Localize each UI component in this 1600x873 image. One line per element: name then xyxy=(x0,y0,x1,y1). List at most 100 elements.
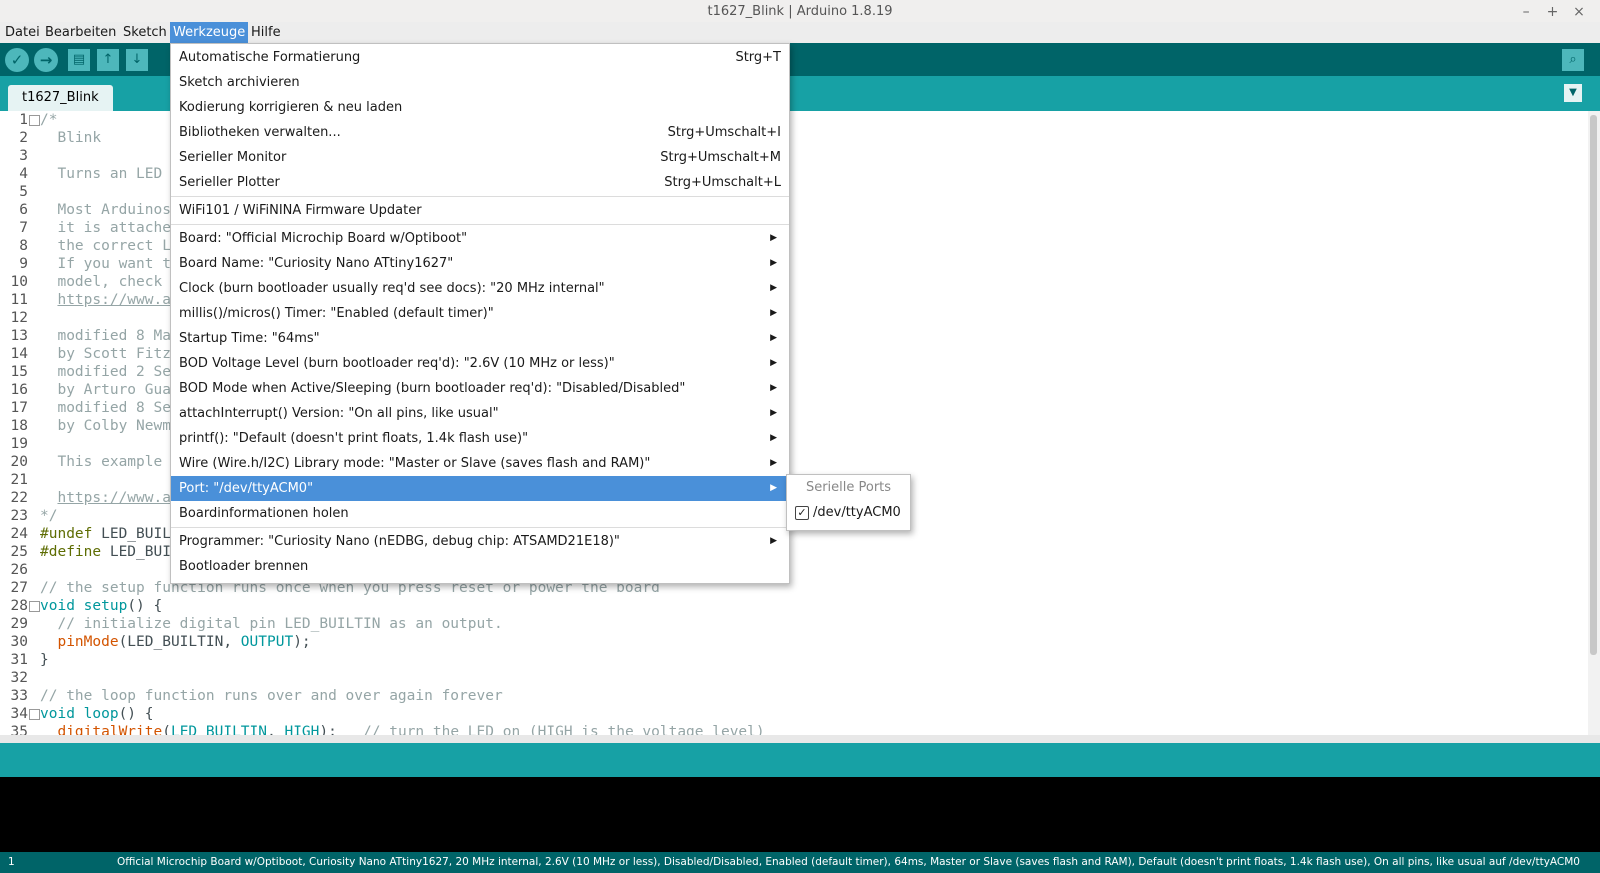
status-bar: 1 Official Microchip Board w/Optiboot, C… xyxy=(0,852,1600,873)
code-token: model, check xyxy=(40,274,171,290)
menu-item[interactable]: Startup Time: "64ms" ▶ xyxy=(171,326,789,351)
menu-item[interactable]: printf(): "Default (doesn't print floats… xyxy=(171,426,789,451)
minimize-button[interactable]: – xyxy=(1515,0,1537,24)
menu-item[interactable]: Clock (burn bootloader usually req'd see… xyxy=(171,276,789,301)
code-token: digitalWrite xyxy=(57,724,163,735)
code-token[interactable]: https://www.a xyxy=(57,292,171,308)
tab-sketch[interactable]: t1627_Blink xyxy=(8,85,113,111)
fold-toggle-icon[interactable] xyxy=(29,115,40,126)
menu-item[interactable]: BOD Voltage Level (burn bootloader req'd… xyxy=(171,351,789,376)
menu-item[interactable]: Bootloader brennen xyxy=(171,554,789,579)
upload-button[interactable]: → xyxy=(34,48,58,72)
window-title: t1627_Blink | Arduino 1.8.19 xyxy=(707,4,893,19)
menu-item[interactable]: BOD Mode when Active/Sleeping (burn boot… xyxy=(171,376,789,401)
code-line: modified 8 Se xyxy=(40,399,171,417)
maximize-button[interactable]: + xyxy=(1542,0,1564,24)
menu-item-label: Wire (Wire.h/I2C) Library mode: "Master … xyxy=(179,456,651,471)
menu-item[interactable]: Port: "/dev/ttyACM0" ▶ xyxy=(171,476,789,501)
menu-item[interactable]: Sketch archivieren xyxy=(171,70,789,95)
code-token: OUTPUT xyxy=(240,634,294,650)
code-token: the correct L xyxy=(40,238,171,254)
current-line-number: 1 xyxy=(8,856,15,868)
console-output xyxy=(0,777,1600,852)
code-line: it is attache xyxy=(40,219,171,237)
code-token: (LED_BUILTIN, xyxy=(118,634,241,650)
code-line: void loop() { xyxy=(40,705,154,723)
menu-hilfe[interactable]: Hilfe xyxy=(248,22,284,43)
code-token[interactable]: https://www.a xyxy=(57,490,171,506)
splitter[interactable] xyxy=(0,735,1600,743)
menu-item-label: Kodierung korrigieren & neu laden xyxy=(179,100,403,115)
code-token: modified 8 Ma xyxy=(40,328,171,344)
tab-menu-button[interactable]: ▼ xyxy=(1564,84,1582,102)
code-token: by Scott Fitz xyxy=(40,346,171,362)
open-button[interactable]: ↑ xyxy=(97,49,119,71)
menu-datei[interactable]: Datei xyxy=(2,22,43,43)
menu-bearbeiten[interactable]: Bearbeiten xyxy=(42,22,119,43)
menu-item-label: Bibliotheken verwalten... xyxy=(179,125,341,140)
menu-item[interactable]: Bibliotheken verwalten... Strg+Umschalt+I xyxy=(171,120,789,145)
menu-item-label: millis()/micros() Timer: "Enabled (defau… xyxy=(179,306,494,321)
line-number: 34 xyxy=(10,706,28,722)
menu-item-label: WiFi101 / WiFiNINA Firmware Updater xyxy=(179,203,422,218)
code-token: #define xyxy=(40,544,102,560)
code-token: ); xyxy=(293,634,311,650)
menu-item[interactable]: Automatische Formatierung Strg+T xyxy=(171,45,789,70)
line-number: 4 xyxy=(19,166,28,182)
line-number: 31 xyxy=(10,652,28,668)
menu-item-shortcut: Strg+Umschalt+L xyxy=(664,175,781,190)
line-number: 20 xyxy=(10,454,28,470)
line-number: 22 xyxy=(10,490,28,506)
menu-item[interactable]: Boardinformationen holen xyxy=(171,501,789,526)
code-line: */ xyxy=(40,507,57,525)
line-number: 1 xyxy=(19,112,28,128)
menu-item[interactable]: attachInterrupt() Version: "On all pins,… xyxy=(171,401,789,426)
serial-monitor-button[interactable]: ⌕ xyxy=(1562,49,1584,71)
scrollbar-thumb[interactable] xyxy=(1590,115,1597,655)
code-line: If you want t xyxy=(40,255,171,273)
submenu-arrow-icon: ▶ xyxy=(770,283,777,293)
menu-sketch[interactable]: Sketch xyxy=(120,22,170,43)
menu-item[interactable]: Board: "Official Microchip Board w/Optib… xyxy=(171,226,789,251)
code-token: This example xyxy=(40,454,163,470)
menu-item[interactable]: millis()/micros() Timer: "Enabled (defau… xyxy=(171,301,789,326)
code-token: // turn the LED on (HIGH is the voltage … xyxy=(363,724,765,735)
code-token: ); xyxy=(319,724,364,735)
line-number: 16 xyxy=(10,382,28,398)
menu-item[interactable]: Serieller Monitor Strg+Umschalt+M xyxy=(171,145,789,170)
line-number: 6 xyxy=(19,202,28,218)
code-line: /* xyxy=(40,111,57,129)
code-line: void setup() { xyxy=(40,597,162,615)
fold-toggle-icon[interactable] xyxy=(29,709,40,720)
new-sketch-button[interactable]: ▤ xyxy=(68,49,90,71)
message-area xyxy=(0,743,1600,777)
line-number: 26 xyxy=(10,562,28,578)
code-token: it is attache xyxy=(40,220,171,236)
code-line: Most Arduinos xyxy=(40,201,171,219)
port-option[interactable]: ✓ /dev/ttyACM0 xyxy=(795,502,901,524)
menu-werkzeuge[interactable]: Werkzeuge xyxy=(170,22,249,43)
menu-item[interactable]: Board Name: "Curiosity Nano ATtiny1627" ▶ xyxy=(171,251,789,276)
submenu-arrow-icon: ▶ xyxy=(770,258,777,268)
save-button[interactable]: ↓ xyxy=(126,49,148,71)
menu-item[interactable]: Serieller Plotter Strg+Umschalt+L xyxy=(171,170,789,195)
menu-item[interactable]: Wire (Wire.h/I2C) Library mode: "Master … xyxy=(171,451,789,476)
code-line: } xyxy=(40,651,49,669)
menu-item[interactable]: WiFi101 / WiFiNINA Firmware Updater xyxy=(171,198,789,223)
close-button[interactable]: × xyxy=(1568,0,1590,24)
menu-item[interactable]: Kodierung korrigieren & neu laden xyxy=(171,95,789,120)
verify-button[interactable]: ✓ xyxy=(5,48,29,72)
line-number: 27 xyxy=(10,580,28,596)
code-token: LED_BUIL xyxy=(92,526,171,542)
submenu-arrow-icon: ▶ xyxy=(770,458,777,468)
fold-toggle-icon[interactable] xyxy=(29,601,40,612)
code-line: by Scott Fitz xyxy=(40,345,171,363)
menu-item-label: attachInterrupt() Version: "On all pins,… xyxy=(179,406,499,421)
menu-item[interactable]: Programmer: "Curiosity Nano (nEDBG, debu… xyxy=(171,529,789,554)
editor-scrollbar[interactable] xyxy=(1588,111,1600,735)
menu-item-label: Board: "Official Microchip Board w/Optib… xyxy=(179,231,468,246)
